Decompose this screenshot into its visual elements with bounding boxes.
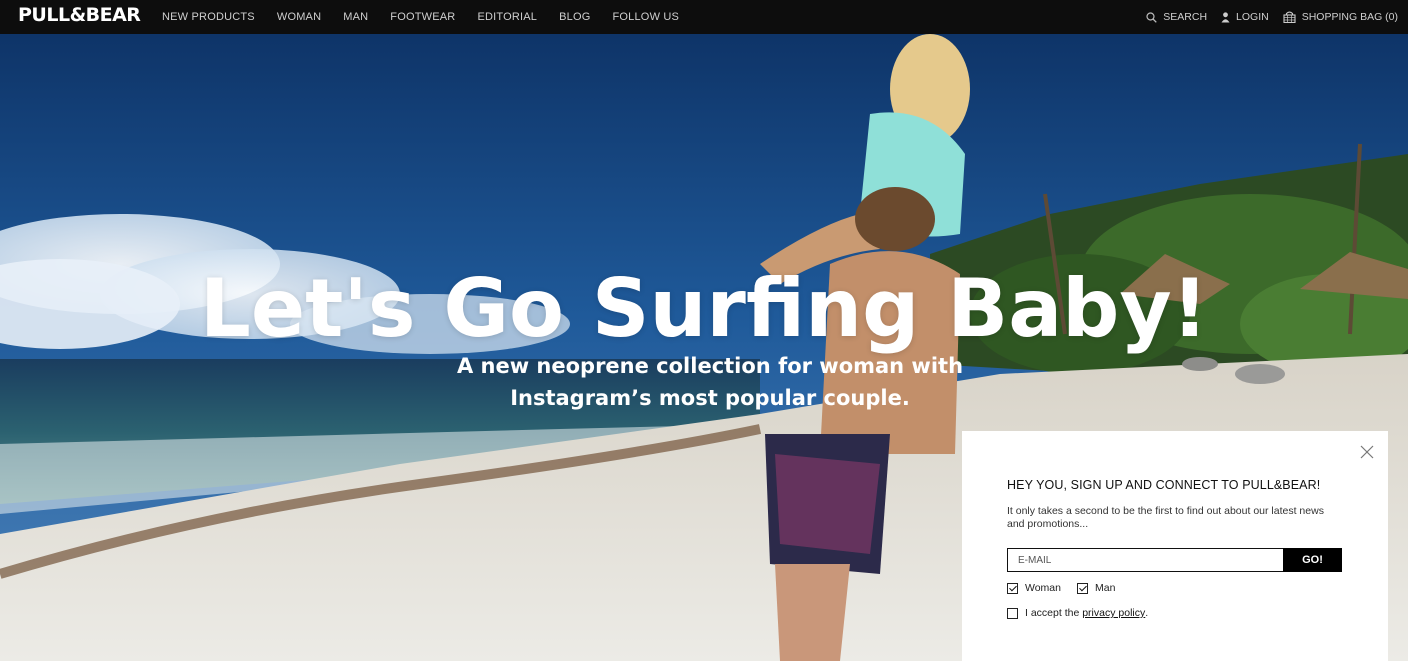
nav-item-new-products[interactable]: NEW PRODUCTS — [162, 11, 255, 23]
shopping-bag-link[interactable]: SHOPPING BAG (0) — [1283, 11, 1398, 23]
search-link[interactable]: SEARCH — [1146, 11, 1207, 23]
man-checkbox[interactable] — [1077, 582, 1088, 594]
go-button[interactable]: GO! — [1283, 548, 1342, 572]
shopping-bag-icon — [1283, 11, 1296, 23]
nav-item-man[interactable]: MAN — [343, 11, 368, 23]
main-nav: NEW PRODUCTS WOMAN MAN FOOTWEAR EDITORIA… — [162, 0, 701, 34]
hero-subheadline: A new neoprene collection for woman with… — [0, 350, 1408, 414]
nav-item-footwear[interactable]: FOOTWEAR — [390, 11, 455, 23]
hero-headline: Let's Go Surfing Baby! — [199, 262, 1209, 355]
man-checkbox-label: Man — [1095, 582, 1116, 594]
newsletter-signup-panel: HEY YOU, SIGN UP AND CONNECT TO PULL&BEA… — [962, 431, 1388, 661]
login-label: LOGIN — [1236, 11, 1269, 23]
top-navigation-bar: PULL&BEAR NEW PRODUCTS WOMAN MAN FOOTWEA… — [0, 0, 1408, 34]
search-label: SEARCH — [1163, 11, 1208, 23]
privacy-prefix: I accept the — [1025, 607, 1080, 619]
woman-checkbox-label: Woman — [1025, 582, 1061, 594]
privacy-policy-link[interactable]: privacy policy — [1082, 607, 1145, 619]
signup-title: HEY YOU, SIGN UP AND CONNECT TO PULL&BEA… — [1007, 478, 1321, 492]
nav-item-woman[interactable]: WOMAN — [277, 11, 321, 23]
shopping-bag-label: SHOPPING BAG (0) — [1301, 11, 1398, 23]
email-input[interactable] — [1007, 548, 1284, 572]
login-link[interactable]: LOGIN — [1221, 11, 1269, 23]
nav-item-editorial[interactable]: EDITORIAL — [477, 11, 537, 23]
woman-checkbox[interactable] — [1007, 582, 1018, 594]
signup-description: It only takes a second to be the first t… — [1007, 505, 1324, 530]
hero-subheadline-line-1: A new neoprene collection for woman with — [456, 354, 964, 378]
search-icon — [1146, 11, 1158, 23]
user-icon — [1221, 11, 1230, 22]
gender-preferences: Woman Man — [1007, 582, 1131, 594]
privacy-suffix: . — [1145, 607, 1149, 619]
privacy-checkbox[interactable] — [1007, 607, 1018, 619]
nav-item-follow-us[interactable]: FOLLOW US — [613, 11, 680, 23]
privacy-consent-row: I accept the privacy policy. — [1007, 607, 1148, 619]
brand-logo[interactable]: PULL&BEAR — [18, 4, 141, 26]
nav-item-blog[interactable]: BLOG — [559, 11, 590, 23]
close-icon[interactable] — [1360, 445, 1374, 459]
account-nav: SEARCH LOGIN SHOPPING BAG (0) — [1132, 0, 1398, 34]
hero-subheadline-line-2: Instagram’s most popular couple. — [510, 386, 910, 410]
